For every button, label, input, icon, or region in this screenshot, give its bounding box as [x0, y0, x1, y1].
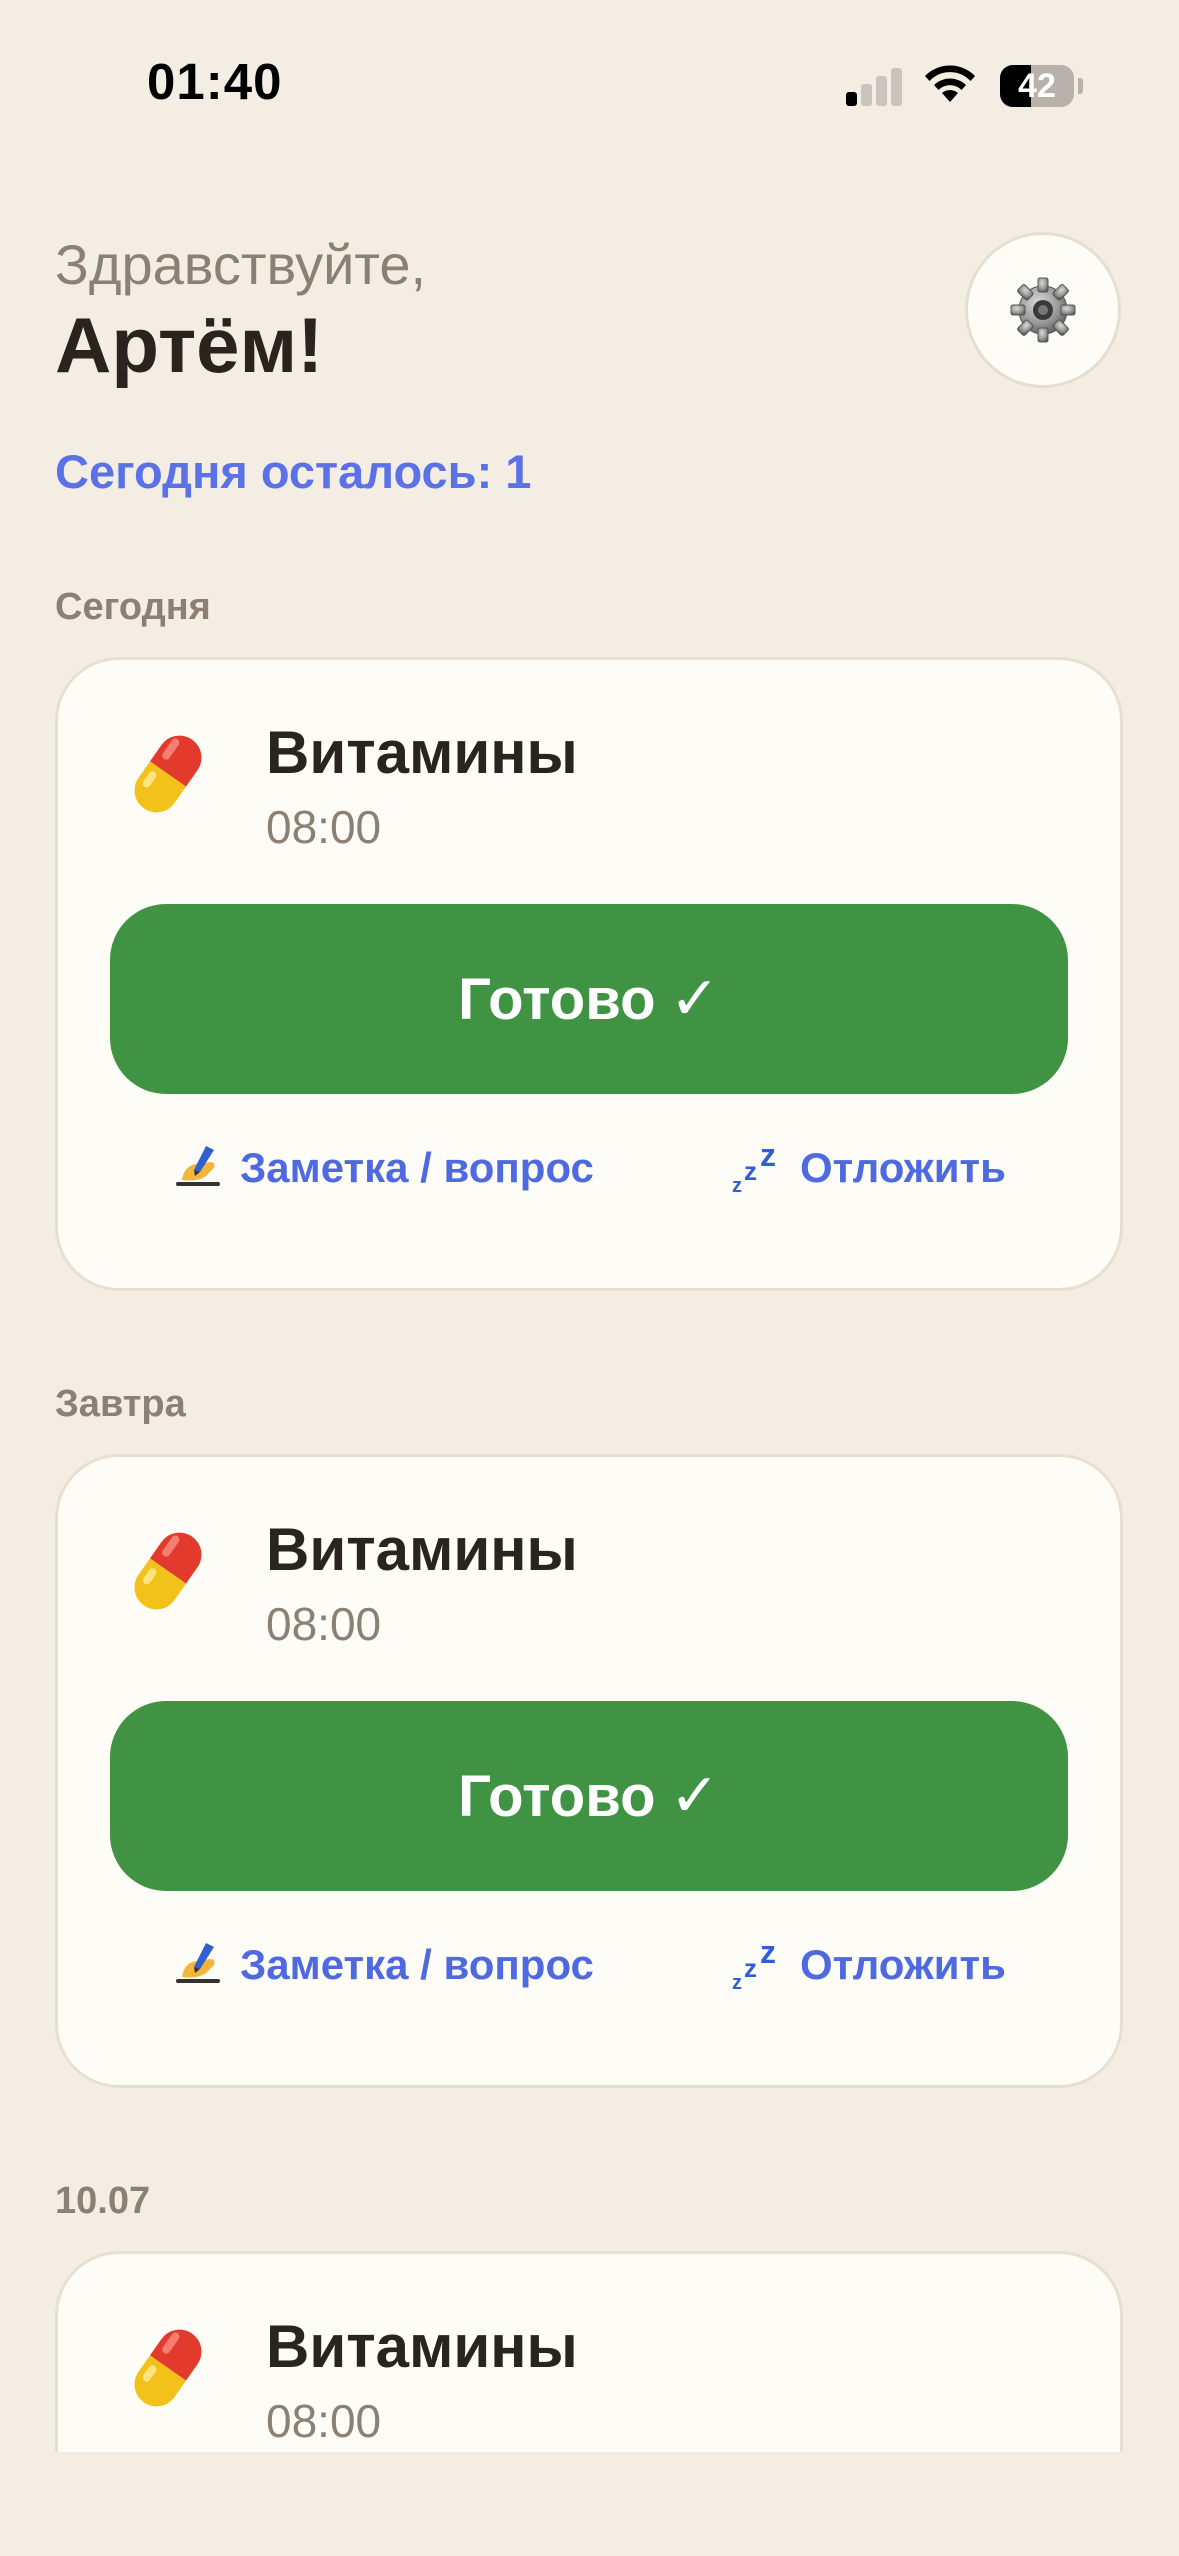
- medication-time: 08:00: [266, 2395, 382, 2447]
- battery-cap: [1078, 78, 1083, 94]
- done-button-label: Готово: [458, 1763, 656, 1829]
- battery-indicator: 42: [1000, 65, 1074, 107]
- snooze-button[interactable]: z z z Отложить: [730, 1935, 1006, 1995]
- medication-name: Витамины: [266, 2313, 578, 2380]
- pill-icon: [134, 2329, 202, 2407]
- pill-icon: [134, 735, 202, 813]
- snooze-button[interactable]: z z z Отложить: [730, 1138, 1006, 1198]
- greeting-text: Здравствуйте,: [55, 233, 427, 296]
- writing-hand-icon: [176, 1146, 220, 1186]
- snooze-label: Отложить: [800, 1144, 1006, 1191]
- settings-button[interactable]: [965, 232, 1121, 388]
- medication-time: 08:00: [266, 801, 382, 853]
- pill-icon: [134, 1532, 202, 1610]
- note-question-label: Заметка / вопрос: [240, 1941, 594, 1988]
- done-button[interactable]: Готово ✓: [110, 904, 1068, 1094]
- note-question-button[interactable]: Заметка / вопрос: [170, 1138, 594, 1198]
- svg-text:z: z: [744, 1953, 757, 1983]
- writing-hand-icon: [176, 1943, 220, 1983]
- snooze-label: Отложить: [800, 1941, 1006, 1988]
- status-time: 01:40: [147, 53, 283, 110]
- medication-name: Витамины: [266, 719, 578, 786]
- done-button-label: Готово: [458, 966, 656, 1032]
- section-label-date: 10.07: [55, 2180, 151, 2222]
- medication-name: Витамины: [266, 1516, 578, 1583]
- svg-text:z: z: [760, 1140, 776, 1173]
- svg-text:z: z: [760, 1937, 776, 1970]
- wifi-icon: [925, 65, 975, 102]
- svg-text:z: z: [744, 1156, 757, 1186]
- battery-percentage: 42: [1018, 67, 1056, 105]
- medication-card: Витамины 08:00: [55, 2251, 1123, 2471]
- note-question-button[interactable]: Заметка / вопрос: [170, 1935, 594, 1995]
- svg-text:z: z: [732, 1175, 742, 1196]
- done-button[interactable]: Готово ✓: [110, 1701, 1068, 1891]
- section-label-today: Сегодня: [55, 586, 211, 628]
- checkmark-icon: ✓: [669, 1762, 720, 1829]
- zzz-icon: z z z: [732, 1937, 776, 1993]
- zzz-icon: z z z: [732, 1140, 776, 1196]
- bottom-safe-area: [0, 2452, 1179, 2556]
- medication-card: Витамины 08:00 Готово ✓ Заметка / вопрос…: [55, 657, 1123, 1291]
- cellular-signal-icon: [846, 66, 904, 106]
- section-label-tomorrow: Завтра: [55, 1383, 186, 1425]
- status-bar: 01:40 42: [0, 0, 1179, 170]
- checkmark-icon: ✓: [669, 965, 720, 1032]
- medication-card: Витамины 08:00 Готово ✓ Заметка / вопрос…: [55, 1454, 1123, 2088]
- user-name: Артём!: [55, 301, 324, 389]
- note-question-label: Заметка / вопрос: [240, 1144, 594, 1191]
- gear-icon: [1010, 277, 1076, 343]
- svg-text:z: z: [732, 1972, 742, 1993]
- remaining-today-count: Сегодня осталось: 1: [55, 445, 532, 498]
- medication-time: 08:00: [266, 1598, 382, 1650]
